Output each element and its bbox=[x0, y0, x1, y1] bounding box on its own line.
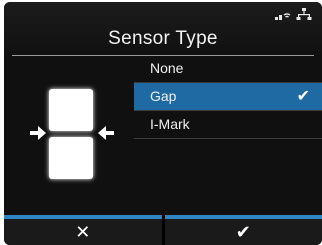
confirm-button[interactable]: ✔ bbox=[164, 215, 322, 245]
label-stock-icon bbox=[49, 89, 93, 179]
option-gap[interactable]: Gap ✔ bbox=[134, 83, 322, 111]
network-icon bbox=[296, 8, 312, 26]
cancel-button[interactable]: ✕ bbox=[4, 215, 162, 245]
sensor-illustration bbox=[4, 57, 134, 217]
option-label: I-Mark bbox=[150, 116, 190, 132]
sensor-type-list: None Gap ✔ I-Mark bbox=[134, 55, 322, 139]
page-title: Sensor Type bbox=[108, 28, 218, 49]
checkmark-icon: ✔ bbox=[296, 88, 310, 105]
status-icons bbox=[274, 8, 312, 26]
option-label: Gap bbox=[150, 88, 177, 104]
header: Sensor Type bbox=[4, 2, 322, 52]
softkey-bar: ✕ ✔ bbox=[4, 215, 322, 245]
option-i-mark[interactable]: I-Mark bbox=[134, 111, 322, 139]
close-icon: ✕ bbox=[75, 221, 91, 242]
wireless-icon bbox=[274, 8, 292, 26]
gap-sensor-arrow-right-icon bbox=[98, 126, 114, 140]
option-none[interactable]: None bbox=[134, 55, 322, 83]
printer-display: Sensor Type None Gap ✔ I-Mark ✕ ✔ bbox=[4, 2, 322, 245]
check-icon: ✔ bbox=[235, 221, 251, 242]
gap-sensor-arrow-left-icon bbox=[30, 126, 46, 140]
option-label: None bbox=[150, 60, 184, 76]
